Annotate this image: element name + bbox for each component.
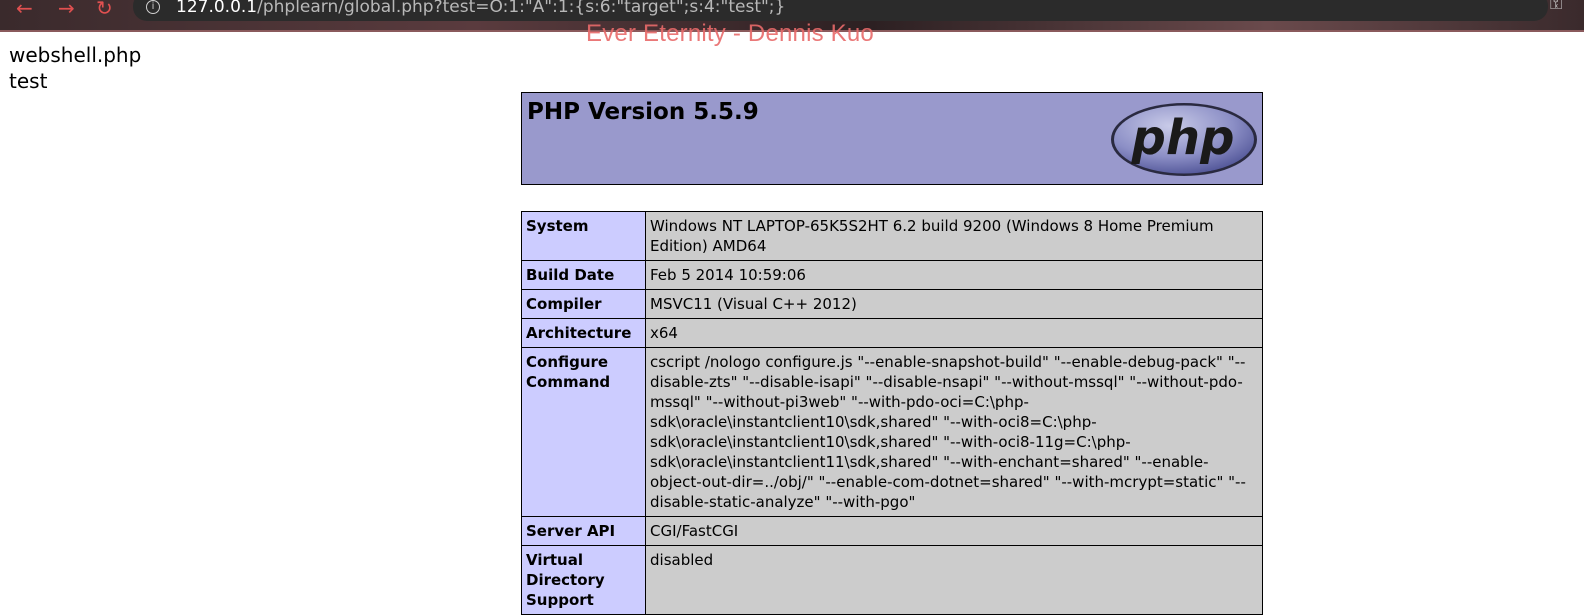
phpinfo-table: System Windows NT LAPTOP-65K5S2HT 6.2 bui…	[521, 211, 1263, 615]
table-row: Build Date Feb 5 2014 10:59:06	[521, 260, 1263, 290]
row-key: Build Date	[521, 260, 646, 290]
table-row: Virtual Directory Support disabled	[521, 545, 1263, 615]
output-line: webshell.php	[9, 43, 142, 67]
row-value: Feb 5 2014 10:59:06	[645, 260, 1263, 290]
row-value: MSVC11 (Visual C++ 2012)	[645, 289, 1263, 319]
table-row: Architecture x64	[521, 318, 1263, 348]
page-title: PHP Version 5.5.9	[527, 99, 759, 125]
row-key: Configure Command	[521, 347, 646, 517]
logo-text: php	[1131, 110, 1235, 166]
table-row: Server API CGI/FastCGI	[521, 516, 1263, 546]
row-key: System	[521, 211, 646, 261]
row-key: Virtual Directory Support	[521, 545, 646, 615]
reload-icon[interactable]: ↻	[96, 0, 113, 18]
row-value: Windows NT LAPTOP-65K5S2HT 6.2 build 920…	[645, 211, 1263, 261]
row-key: Compiler	[521, 289, 646, 319]
php-logo: php	[1111, 103, 1257, 176]
row-value: cscript /nologo configure.js "--enable-s…	[645, 347, 1263, 517]
info-icon[interactable]: i	[146, 0, 160, 14]
row-key: Server API	[521, 516, 646, 546]
url-path: /phplearn/global.php?test=O:1:"A":1:{s:6…	[257, 0, 786, 17]
forward-arrow-icon[interactable]: →	[58, 0, 75, 18]
address-url[interactable]: 127.0.0.1/phplearn/global.php?test=O:1:"…	[176, 0, 785, 17]
url-host: 127.0.0.1	[176, 0, 258, 17]
row-value: disabled	[645, 545, 1263, 615]
back-arrow-icon[interactable]: ←	[16, 0, 33, 18]
key-icon[interactable]: ⚿	[1550, 0, 1562, 14]
phpinfo-header: PHP Version 5.5.9 php	[521, 92, 1263, 185]
table-row: Compiler MSVC11 (Visual C++ 2012)	[521, 289, 1263, 319]
media-title: Ever Eternity - Dennis Kuo	[586, 20, 874, 47]
table-row: System Windows NT LAPTOP-65K5S2HT 6.2 bui…	[521, 211, 1263, 261]
table-row: Configure Command cscript /nologo configu…	[521, 347, 1263, 517]
row-value: x64	[645, 318, 1263, 348]
row-value: CGI/FastCGI	[645, 516, 1263, 546]
page-output: webshell.php test	[9, 42, 141, 94]
output-line: test	[9, 69, 48, 93]
row-key: Architecture	[521, 318, 646, 348]
